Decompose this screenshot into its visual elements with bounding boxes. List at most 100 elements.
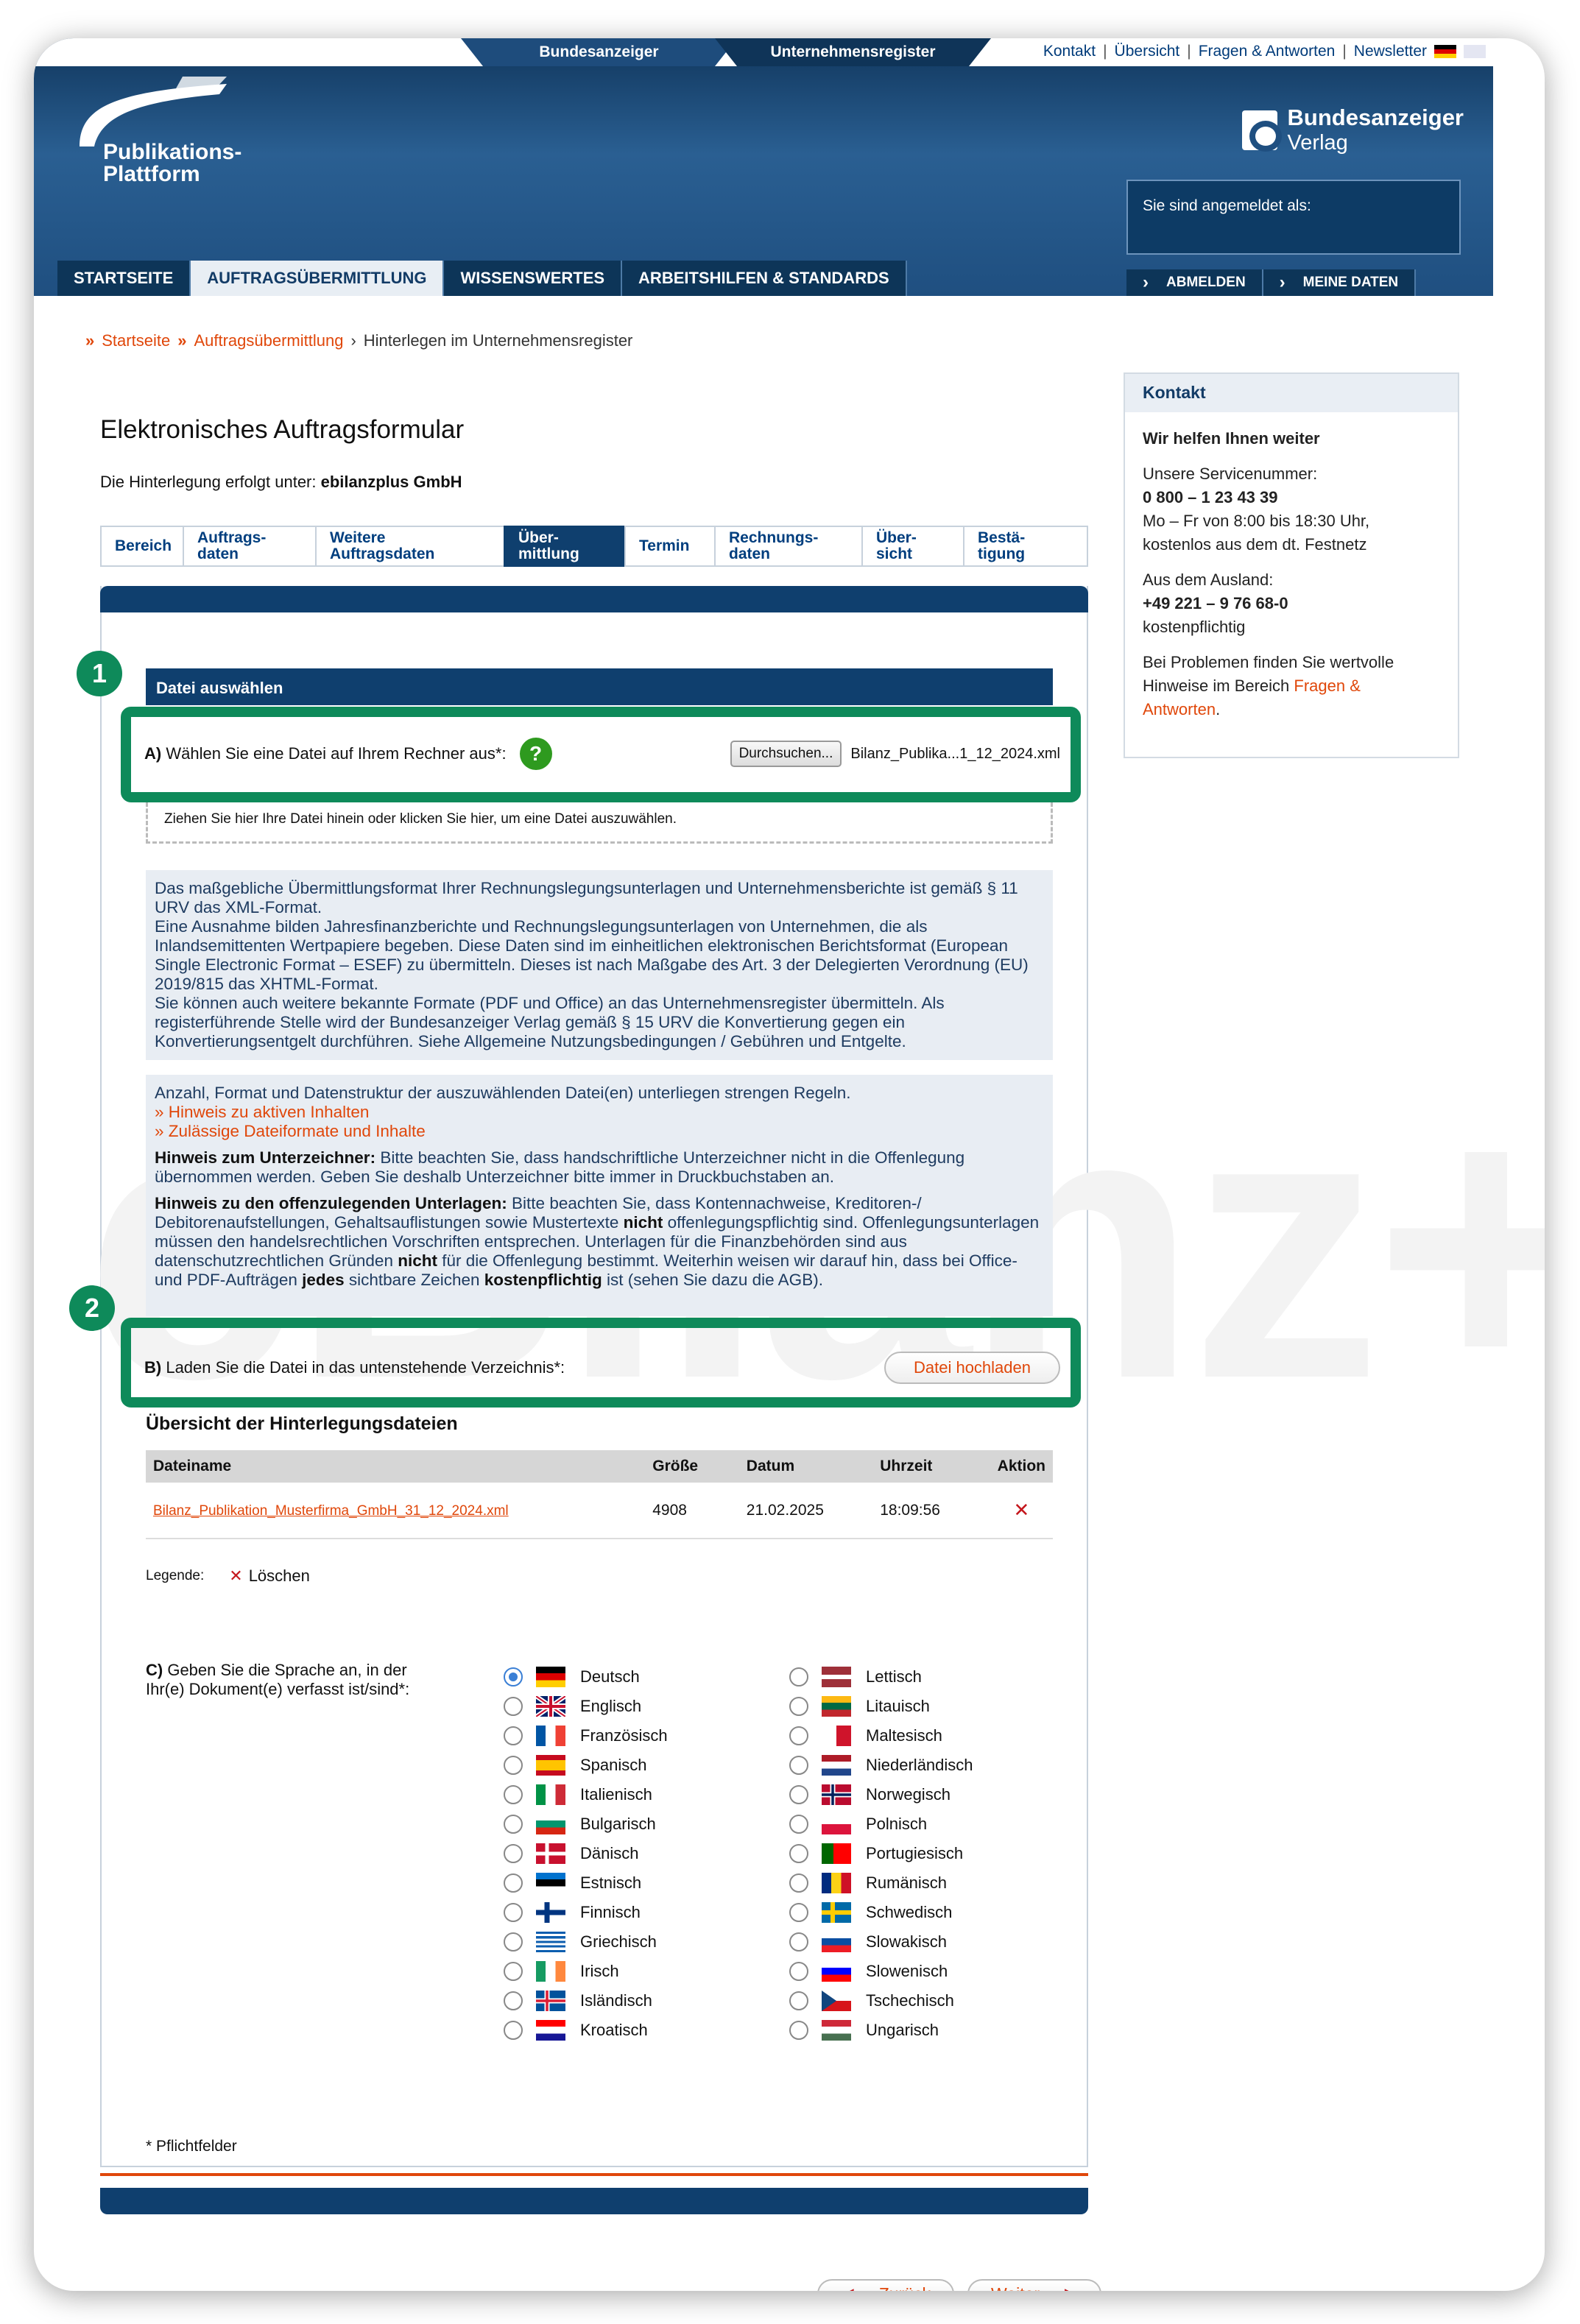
radio-polnisch[interactable] [789, 1815, 808, 1834]
nav-startseite[interactable]: STARTSEITE [57, 261, 191, 296]
link-newsletter[interactable]: Newsletter [1354, 43, 1427, 60]
radio-tschechisch[interactable] [789, 1991, 808, 2010]
flag-lv-icon [822, 1667, 851, 1687]
step-uebersicht[interactable]: Über-sicht [861, 526, 963, 567]
active-content-link[interactable]: » Hinweis zu aktiven Inhalten [155, 1103, 1044, 1122]
language-option[interactable]: Lettisch [789, 1662, 973, 1692]
file-drop-zone[interactable]: Ziehen Sie hier Ihre Datei hinein oder k… [146, 802, 1053, 844]
language-option[interactable]: Kroatisch [504, 2016, 668, 2045]
language-option[interactable]: Rumänisch [789, 1868, 973, 1898]
language-option[interactable]: Irisch [504, 1957, 668, 1986]
link-uebersicht[interactable]: Übersicht [1115, 43, 1180, 60]
language-option[interactable]: Finnisch [504, 1898, 668, 1927]
language-option[interactable]: Niederländisch [789, 1751, 973, 1780]
language-option[interactable]: Norwegisch [789, 1780, 973, 1809]
link-kontakt[interactable]: Kontakt [1043, 43, 1096, 60]
step-bereich[interactable]: Bereich [100, 526, 183, 567]
language-option[interactable]: Maltesisch [789, 1721, 973, 1751]
radio-slowakisch[interactable] [789, 1932, 808, 1952]
radio-deutsch[interactable] [504, 1667, 523, 1687]
language-option[interactable]: Tschechisch [789, 1986, 973, 2016]
language-option[interactable]: Griechisch [504, 1927, 668, 1957]
radio-daenisch[interactable] [504, 1844, 523, 1863]
language-option[interactable]: Deutsch [504, 1662, 668, 1692]
language-option[interactable]: Dänisch [504, 1839, 668, 1868]
radio-lettisch[interactable] [789, 1667, 808, 1687]
browse-button[interactable]: Durchsuchen... [730, 741, 842, 767]
formats-link[interactable]: » Zulässige Dateiformate und Inhalte [155, 1122, 1044, 1141]
abroad-cost: kostenpflichtig [1143, 618, 1246, 636]
col-dateiname: Dateiname [146, 1450, 646, 1483]
tab-unternehmensregister[interactable]: Unternehmensregister [715, 38, 991, 66]
step-weitere-auftragsdaten[interactable]: Weitere Auftragsdaten [315, 526, 504, 567]
radio-ungarisch[interactable] [789, 2021, 808, 2040]
nav-arbeitshilfen[interactable]: ARBEITSHILFEN & STANDARDS [622, 261, 907, 296]
upload-button[interactable]: Datei hochladen [884, 1352, 1060, 1384]
next-button[interactable]: Weiter▶ [967, 2279, 1101, 2291]
step-termin[interactable]: Termin [624, 526, 714, 567]
radio-schwedisch[interactable] [789, 1903, 808, 1922]
language-option[interactable]: Ungarisch [789, 2016, 973, 2045]
language-option[interactable]: Italienisch [504, 1780, 668, 1809]
radio-kroatisch[interactable] [504, 2021, 523, 2040]
language-option[interactable]: Slowakisch [789, 1927, 973, 1957]
radio-irisch[interactable] [504, 1962, 523, 1981]
my-data-button[interactable]: MEINE DATEN [1263, 269, 1417, 296]
radio-islaendisch[interactable] [504, 1991, 523, 2010]
breadcrumb-startseite[interactable]: Startseite [102, 331, 170, 350]
radio-italienisch[interactable] [504, 1785, 523, 1804]
col-groesse: Größe [645, 1450, 739, 1483]
nav-wissenswertes[interactable]: WISSENSWERTES [444, 261, 623, 296]
contact-box: Kontakt Wir helfen Ihnen weiter Unsere S… [1124, 372, 1459, 758]
flag-dk-icon [536, 1843, 565, 1864]
flag-fr-icon [536, 1726, 565, 1746]
uk-flag-icon[interactable] [1464, 45, 1486, 58]
radio-slowenisch[interactable] [789, 1962, 808, 1981]
language-option[interactable]: Portugiesisch [789, 1839, 973, 1868]
language-option[interactable]: Polnisch [789, 1809, 973, 1839]
radio-litauisch[interactable] [789, 1697, 808, 1716]
language-option[interactable]: Slowenisch [789, 1957, 973, 1986]
language-option[interactable]: Bulgarisch [504, 1809, 668, 1839]
radio-niederlaendisch[interactable] [789, 1756, 808, 1775]
radio-spanisch[interactable] [504, 1756, 523, 1775]
language-option[interactable]: Litauisch [789, 1692, 973, 1721]
radio-bulgarisch[interactable] [504, 1815, 523, 1834]
step-uebermittlung[interactable]: Über-mittlung [504, 526, 624, 567]
language-option[interactable]: Spanisch [504, 1751, 668, 1780]
link-faq[interactable]: Fragen & Antworten [1199, 43, 1336, 60]
help-icon[interactable]: ? [519, 738, 552, 770]
language-option[interactable]: Schwedisch [789, 1898, 973, 1927]
legend-delete-icon: ✕ [229, 1567, 243, 1585]
tab-bundesanzeiger[interactable]: Bundesanzeiger [461, 38, 737, 66]
language-option[interactable]: Französisch [504, 1721, 668, 1751]
step-auftragsdaten[interactable]: Auftrags-daten [183, 526, 315, 567]
publikations-plattform-logo[interactable]: Publikations- Plattform [72, 77, 241, 194]
service-label: Unsere Servicenummer: [1143, 465, 1318, 483]
nav-auftragsuebermittlung[interactable]: AUFTRAGSÜBERMITTLUNG [191, 261, 445, 296]
breadcrumb-arrow-icon: » [85, 331, 95, 350]
german-flag-icon[interactable] [1434, 45, 1456, 58]
radio-rumaenisch[interactable] [789, 1873, 808, 1893]
overview-title: Übersicht der Hinterlegungsdateien [146, 1413, 458, 1434]
step-rechnungsdaten[interactable]: Rechnungs-daten [714, 526, 861, 567]
radio-franzoesisch[interactable] [504, 1726, 523, 1745]
radio-portugiesisch[interactable] [789, 1844, 808, 1863]
language-option[interactable]: Englisch [504, 1692, 668, 1721]
bundesanzeiger-verlag-logo[interactable]: Bundesanzeiger Verlag [1241, 105, 1464, 155]
file-link[interactable]: Bilanz_Publikation_Musterfirma_GmbH_31_1… [153, 1503, 509, 1519]
delete-icon[interactable]: ✕ [1013, 1499, 1029, 1521]
step-bestaetigung[interactable]: Bestä-tigung [963, 526, 1088, 567]
breadcrumb-auftrag[interactable]: Auftragsübermittlung [194, 331, 343, 350]
radio-estnisch[interactable] [504, 1873, 523, 1893]
radio-finnisch[interactable] [504, 1903, 523, 1922]
language-option[interactable]: Isländisch [504, 1986, 668, 2016]
radio-norwegisch[interactable] [789, 1785, 808, 1804]
radio-maltesisch[interactable] [789, 1726, 808, 1745]
file-date: 21.02.2025 [738, 1483, 873, 1539]
radio-englisch[interactable] [504, 1697, 523, 1716]
logout-button[interactable]: ABMELDEN [1126, 269, 1263, 296]
back-button[interactable]: ◀Zurück [817, 2279, 954, 2291]
radio-griechisch[interactable] [504, 1932, 523, 1952]
language-option[interactable]: Estnisch [504, 1868, 668, 1898]
